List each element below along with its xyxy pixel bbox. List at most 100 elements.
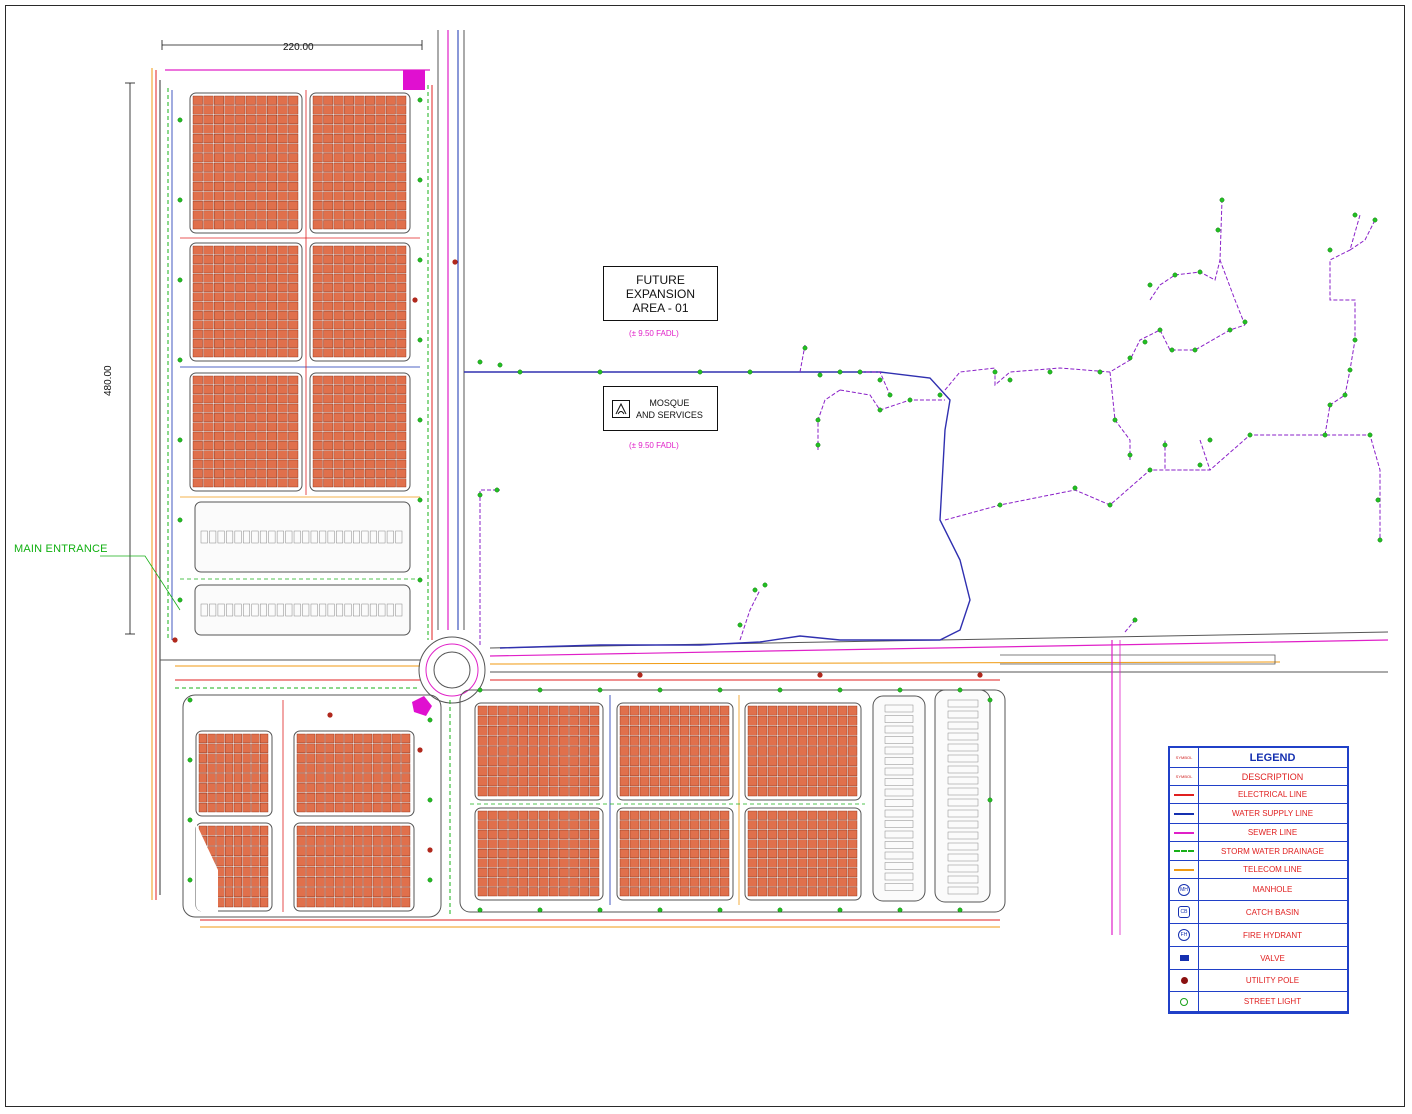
network-branch — [479, 489, 500, 645]
plot — [365, 191, 375, 201]
plot — [333, 413, 344, 422]
plot — [216, 783, 225, 793]
plot — [344, 283, 354, 292]
plot — [659, 810, 670, 820]
plot — [213, 450, 224, 460]
plot — [639, 839, 650, 849]
plot — [354, 264, 365, 274]
plot — [747, 887, 758, 897]
network-branch — [860, 371, 891, 396]
plot — [198, 763, 207, 773]
plot — [385, 172, 396, 182]
plot — [777, 877, 788, 887]
plot — [629, 705, 640, 716]
plot — [344, 773, 354, 783]
plot — [528, 887, 539, 897]
plot — [203, 245, 214, 255]
plot — [365, 450, 375, 460]
plot — [747, 766, 758, 776]
plot — [375, 292, 386, 302]
plot — [807, 810, 818, 820]
plot — [807, 858, 818, 868]
plot — [365, 245, 375, 255]
street-light — [537, 687, 543, 693]
plot — [245, 450, 256, 460]
plot — [767, 736, 778, 746]
plot — [213, 403, 224, 413]
plot — [288, 201, 299, 211]
plot — [325, 763, 335, 773]
plot — [548, 839, 559, 849]
plot — [333, 201, 344, 211]
plot — [709, 858, 720, 868]
plot — [288, 478, 299, 488]
plot — [312, 339, 323, 348]
plot — [344, 153, 354, 163]
plot — [679, 829, 690, 839]
plot — [325, 825, 335, 836]
legend-label: FIRE HYDRANT — [1242, 930, 1303, 940]
plot — [385, 422, 396, 432]
plot — [312, 153, 323, 163]
plot — [224, 478, 235, 488]
plot — [498, 736, 508, 746]
plot — [192, 339, 203, 348]
plot — [401, 743, 411, 753]
plot — [391, 773, 401, 783]
plot — [333, 478, 344, 488]
street-light — [857, 369, 863, 375]
plot — [315, 897, 325, 908]
plot — [312, 201, 323, 211]
plot — [235, 385, 246, 394]
plot — [344, 385, 354, 394]
plot — [699, 766, 710, 776]
plot — [385, 191, 396, 201]
plot — [372, 802, 382, 813]
plot — [787, 820, 798, 830]
plot — [382, 856, 392, 867]
plot — [619, 829, 630, 839]
plot — [245, 255, 256, 264]
plot — [325, 783, 335, 793]
plot — [213, 459, 224, 469]
street-light — [1219, 197, 1225, 203]
legend-symbol — [1170, 861, 1199, 878]
plot — [353, 733, 363, 744]
plot — [396, 245, 407, 255]
plot — [777, 746, 788, 756]
plot — [325, 793, 335, 803]
plot — [296, 783, 306, 793]
plot — [277, 210, 288, 220]
plot — [306, 856, 316, 867]
plot — [508, 820, 518, 830]
legend-item: MH MANHOLE — [1170, 879, 1347, 901]
plot — [385, 385, 396, 394]
plot — [365, 422, 375, 432]
plot — [777, 756, 788, 766]
plot — [323, 134, 334, 144]
plot — [354, 339, 365, 348]
plot — [354, 181, 365, 191]
plot — [679, 849, 690, 858]
plot — [757, 776, 768, 787]
plot — [396, 153, 407, 163]
plot — [477, 726, 488, 736]
street-light — [877, 377, 883, 383]
plot — [233, 773, 242, 783]
plot — [797, 766, 808, 776]
plot — [619, 849, 630, 858]
plot — [487, 829, 498, 839]
plot — [396, 422, 407, 432]
plot — [385, 153, 396, 163]
plot — [213, 348, 224, 358]
plot — [267, 162, 278, 172]
plot — [235, 264, 246, 274]
plot — [827, 858, 838, 868]
plot — [306, 783, 316, 793]
plot — [334, 773, 344, 783]
plot — [224, 301, 235, 311]
plot — [375, 134, 386, 144]
plot — [385, 245, 396, 255]
plot — [619, 820, 630, 830]
plot — [817, 849, 828, 858]
